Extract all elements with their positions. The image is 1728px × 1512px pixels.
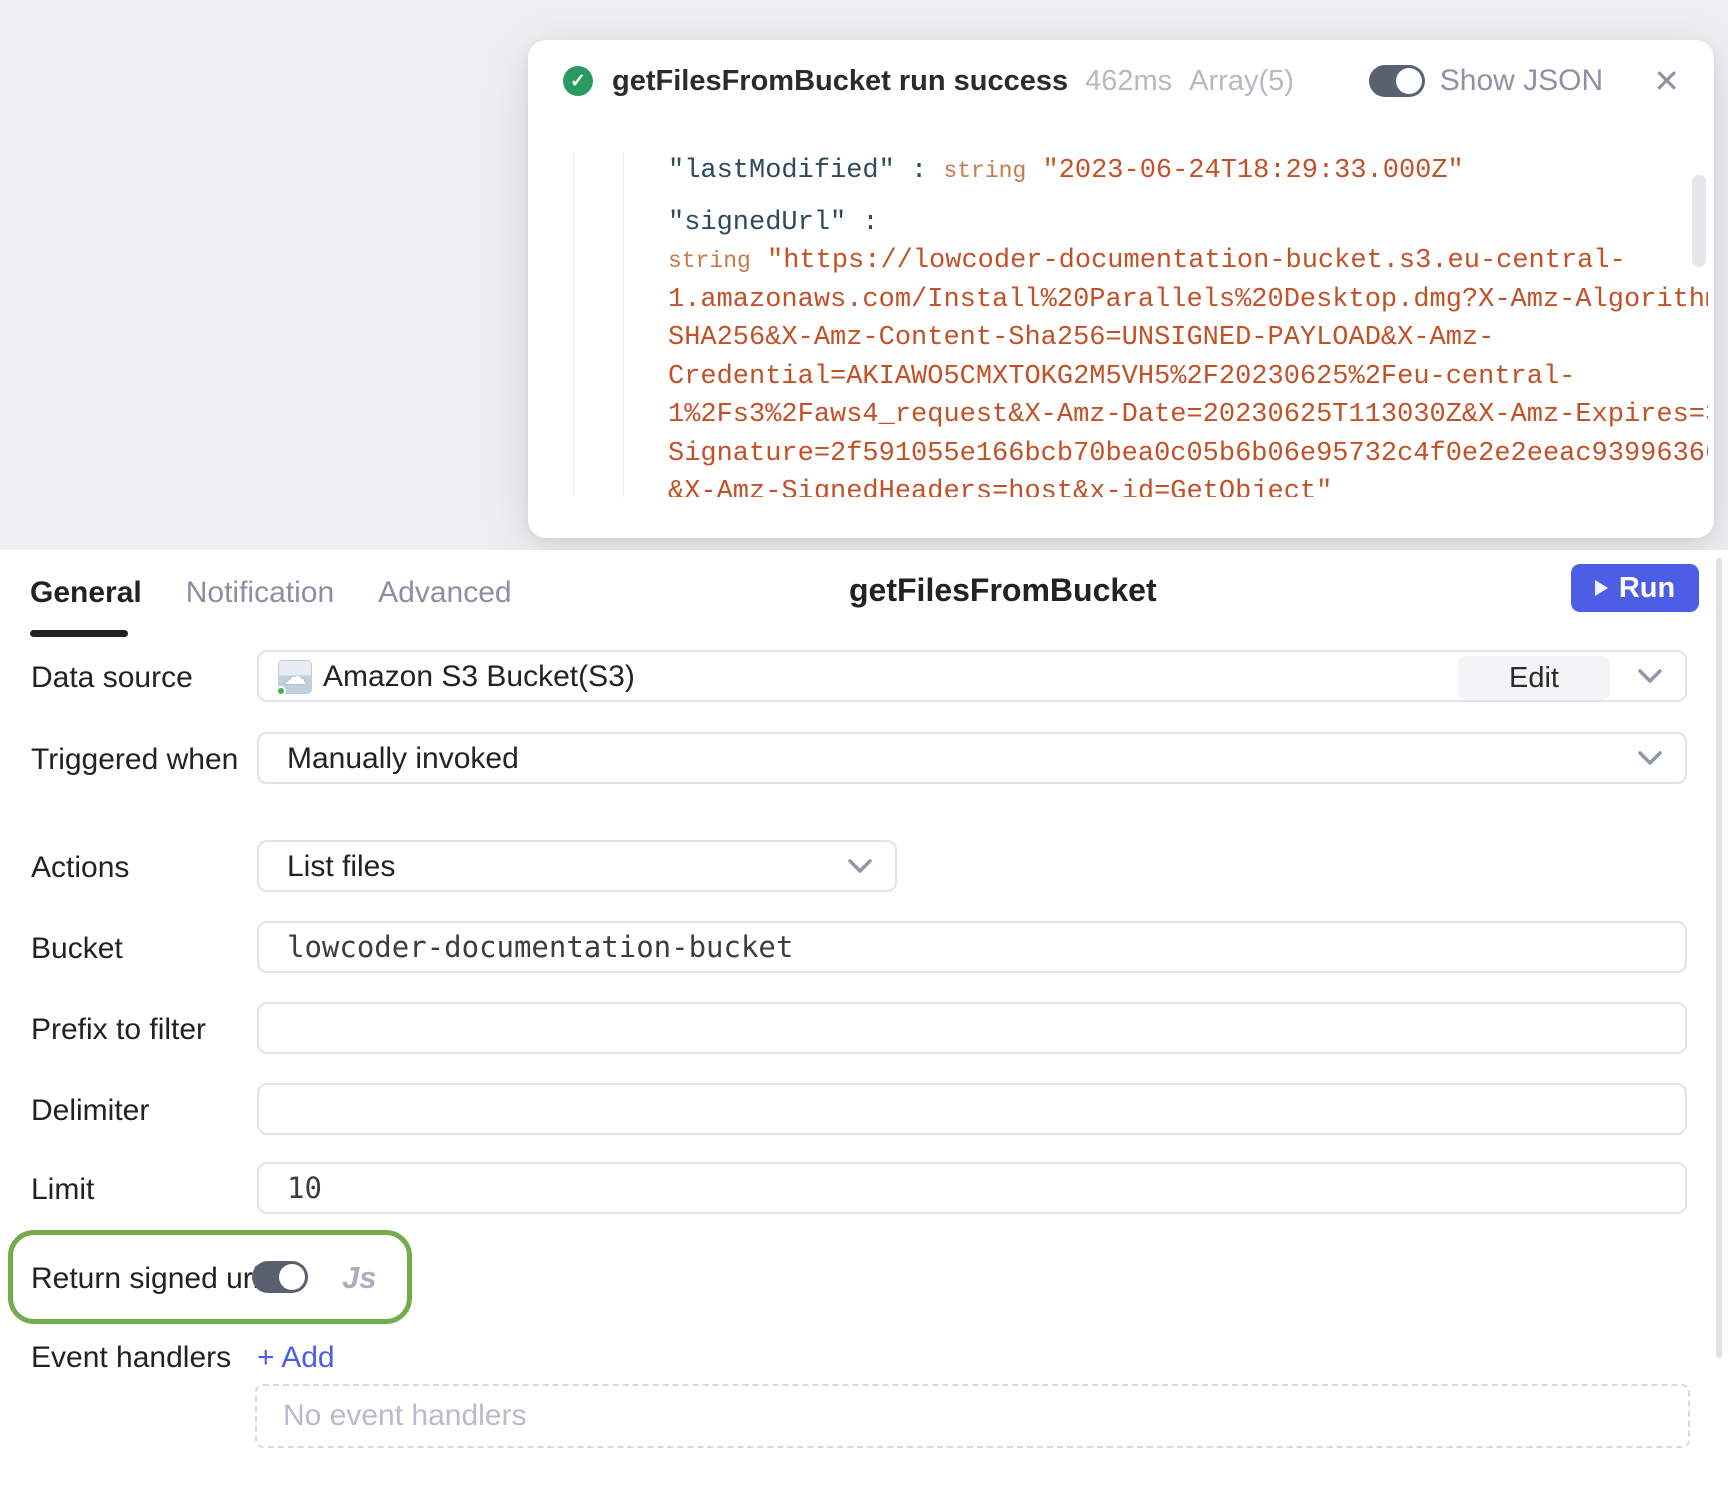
delimiter-input-box bbox=[257, 1083, 1687, 1135]
settings-tabs: General Notification Advanced bbox=[30, 576, 512, 610]
tab-general[interactable]: General bbox=[30, 576, 142, 610]
bucket-label: Bucket bbox=[31, 932, 123, 966]
indent-guide bbox=[623, 152, 624, 497]
indent-guide bbox=[573, 152, 574, 497]
limit-input[interactable] bbox=[259, 1164, 1685, 1212]
prefix-input-box bbox=[257, 1002, 1687, 1054]
triggered-when-label: Triggered when bbox=[31, 743, 238, 777]
prefix-label: Prefix to filter bbox=[31, 1013, 206, 1047]
actions-select[interactable]: List files bbox=[257, 840, 897, 892]
result-type-badge: Array(5) bbox=[1189, 65, 1294, 98]
json-code-line: "signedUrl" : bbox=[668, 204, 1708, 243]
limit-label: Limit bbox=[31, 1173, 94, 1207]
event-handlers-empty-box: No event handlers bbox=[255, 1384, 1690, 1448]
json-code-line: &X-Amz-SignedHeaders=host&x-id=GetObject… bbox=[668, 473, 1708, 497]
json-code: "lastModified" : string "2023-06-24T18:2… bbox=[668, 152, 1708, 497]
success-check-icon: ✓ bbox=[563, 66, 593, 96]
return-signed-url-toggle[interactable] bbox=[252, 1261, 308, 1293]
tab-advanced[interactable]: Advanced bbox=[378, 576, 511, 610]
toggle-knob bbox=[279, 1264, 305, 1290]
chevron-down-icon bbox=[847, 856, 873, 876]
toggle-knob bbox=[1396, 68, 1422, 94]
json-code-line: Signature=2f591055e166bcb70bea0c05b6b06e… bbox=[668, 435, 1708, 474]
delimiter-input[interactable] bbox=[259, 1085, 1685, 1133]
json-code-line: "lastModified" : string "2023-06-24T18:2… bbox=[668, 152, 1708, 191]
json-code-line: 1%2Fs3%2Faws4_request&X-Amz-Date=2023062… bbox=[668, 396, 1708, 435]
query-name-title: getFilesFromBucket bbox=[849, 572, 1157, 609]
bucket-input-box bbox=[257, 921, 1687, 973]
show-json-toggle[interactable] bbox=[1369, 65, 1425, 97]
active-tab-underline bbox=[30, 630, 128, 637]
return-signed-url-label: Return signed url bbox=[31, 1262, 259, 1296]
prefix-input[interactable] bbox=[259, 1004, 1685, 1052]
query-settings-panel: General Notification Advanced getFilesFr… bbox=[0, 550, 1728, 1512]
delimiter-label: Delimiter bbox=[31, 1094, 149, 1128]
json-result-viewer[interactable]: "lastModified" : string "2023-06-24T18:2… bbox=[528, 152, 1714, 497]
add-event-handler-button[interactable]: + Add bbox=[257, 1341, 335, 1375]
limit-input-box bbox=[257, 1162, 1687, 1214]
data-source-label: Data source bbox=[31, 661, 193, 695]
run-result-header: ✓ getFilesFromBucket run success 462ms A… bbox=[563, 64, 1680, 98]
js-expression-icon[interactable]: Js bbox=[342, 1260, 376, 1296]
bucket-input[interactable] bbox=[259, 923, 1685, 971]
run-button-label: Run bbox=[1619, 572, 1675, 605]
data-source-select[interactable]: ☁ Amazon S3 Bucket(S3) Edit bbox=[257, 650, 1687, 702]
json-code-line: 1.amazonaws.com/Install%20Parallels%20De… bbox=[668, 281, 1708, 320]
event-handlers-label: Event handlers bbox=[31, 1341, 231, 1375]
no-event-handlers-text: No event handlers bbox=[283, 1386, 1688, 1446]
s3-datasource-icon: ☁ bbox=[278, 660, 312, 694]
chevron-down-icon bbox=[1637, 748, 1663, 768]
chevron-down-icon bbox=[1637, 666, 1663, 686]
actions-label: Actions bbox=[31, 851, 129, 885]
json-code-line: Credential=AKIAWO5CMXTOKG2M5VH5%2F202306… bbox=[668, 358, 1708, 397]
triggered-when-select[interactable]: Manually invoked bbox=[257, 732, 1687, 784]
run-result-title: getFilesFromBucket run success bbox=[612, 65, 1068, 98]
run-duration: 462ms bbox=[1085, 65, 1172, 98]
edit-datasource-button[interactable]: Edit bbox=[1458, 656, 1610, 700]
popup-scrollbar-thumb[interactable] bbox=[1692, 175, 1706, 267]
panel-scrollbar-thumb[interactable] bbox=[1716, 558, 1722, 1358]
json-code-line: SHA256&X-Amz-Content-Sha256=UNSIGNED-PAY… bbox=[668, 319, 1708, 358]
run-result-popup: ✓ getFilesFromBucket run success 462ms A… bbox=[528, 40, 1714, 538]
data-source-value: Amazon S3 Bucket(S3) bbox=[323, 652, 635, 701]
close-icon[interactable]: ✕ bbox=[1653, 66, 1680, 96]
json-code-line: string "https://lowcoder-documentation-b… bbox=[668, 242, 1708, 281]
tab-notification[interactable]: Notification bbox=[186, 576, 334, 610]
triggered-when-value: Manually invoked bbox=[287, 734, 519, 783]
actions-value: List files bbox=[287, 842, 395, 891]
play-icon bbox=[1595, 580, 1608, 596]
show-json-label: Show JSON bbox=[1440, 64, 1603, 98]
run-button[interactable]: Run bbox=[1571, 564, 1699, 612]
